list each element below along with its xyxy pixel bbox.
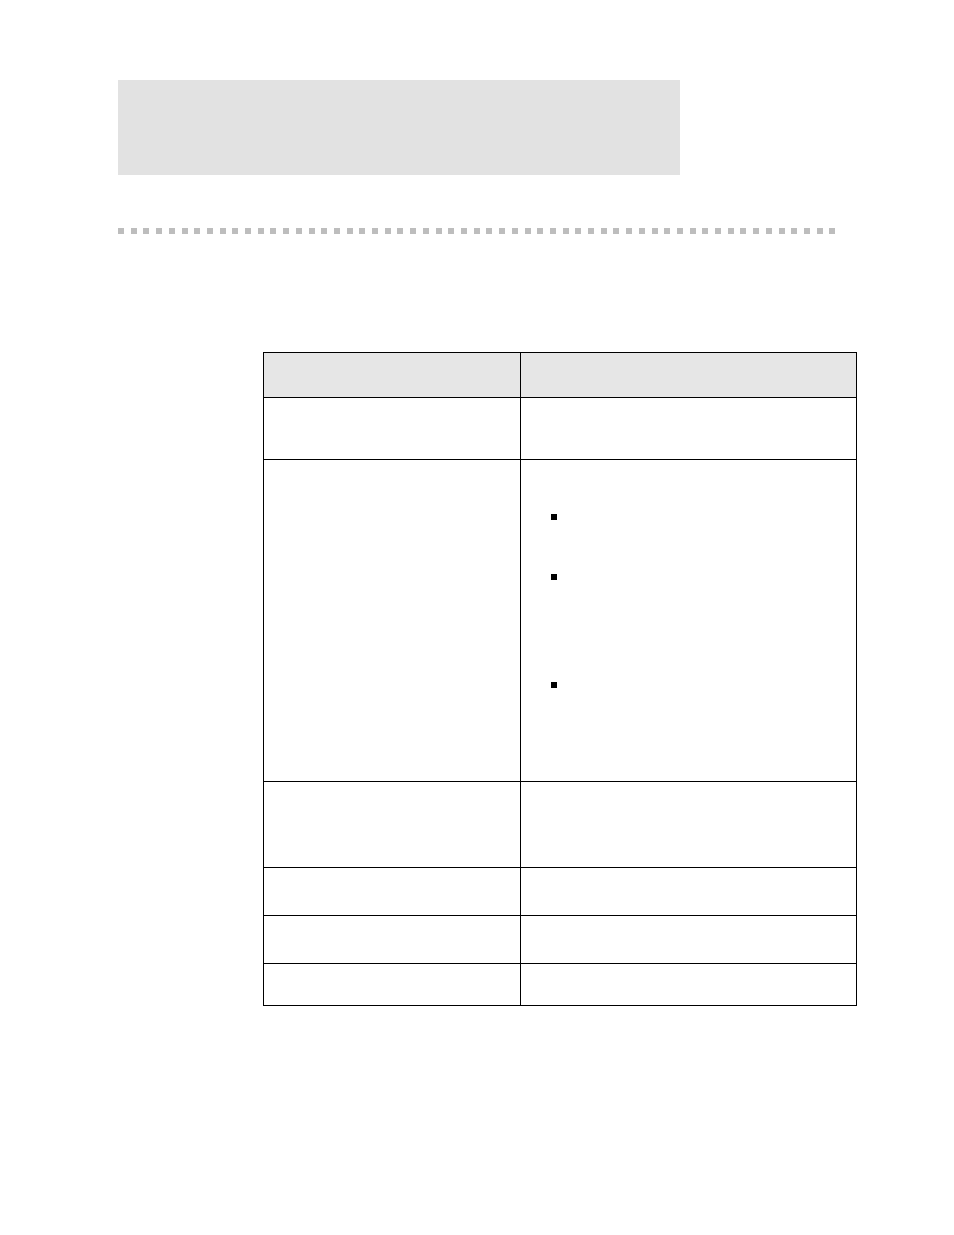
table-cell — [264, 916, 521, 963]
table-row — [264, 915, 856, 963]
table-row — [264, 963, 856, 1005]
data-table — [263, 352, 857, 1006]
table-cell — [521, 868, 856, 915]
table-row — [264, 459, 856, 781]
table-cell — [264, 964, 521, 1005]
bullet-icon — [551, 574, 557, 580]
table-row — [264, 397, 856, 459]
table-header-cell — [521, 353, 856, 397]
header-block — [118, 80, 680, 175]
table-cell — [521, 916, 856, 963]
table-cell — [264, 782, 521, 867]
table-cell — [264, 460, 521, 781]
table-cell — [521, 964, 856, 1005]
table-row — [264, 781, 856, 867]
table-cell — [264, 398, 521, 459]
table-cell — [521, 398, 856, 459]
table-header-row — [264, 353, 856, 397]
table-row — [264, 867, 856, 915]
table-cell — [521, 782, 856, 867]
bullet-icon — [551, 682, 557, 688]
table-cell — [264, 868, 521, 915]
dotted-divider — [118, 228, 836, 234]
table-cell — [521, 460, 856, 781]
bullet-icon — [551, 514, 557, 520]
table-header-cell — [264, 353, 521, 397]
